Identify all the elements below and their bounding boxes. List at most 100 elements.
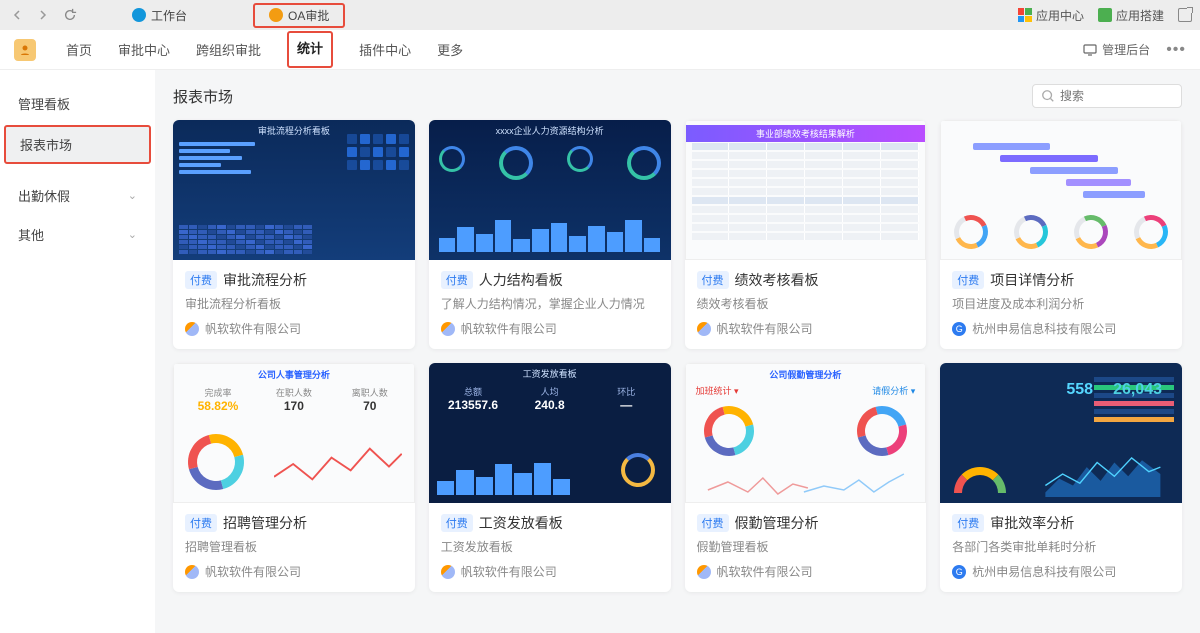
card-subtitle: 了解人力结构情况，掌握企业人力情况 — [441, 295, 659, 312]
search-icon — [1041, 89, 1055, 103]
nav-cross-org[interactable]: 跨组织审批 — [196, 31, 261, 68]
report-card[interactable]: 公司人事管理分析 完成率58.82% 在职人数170 离职人数70 付费招聘管理… — [173, 363, 415, 592]
card-title: 审批效率分析 — [990, 513, 1074, 533]
admin-label: 管理后台 — [1102, 41, 1150, 58]
vendor-name: 帆软软件有限公司 — [717, 320, 813, 337]
card-title: 人力结构看板 — [479, 270, 563, 290]
vendor-icon: G — [952, 322, 966, 336]
card-subtitle: 审批流程分析看板 — [185, 295, 403, 312]
open-external-button[interactable] — [1178, 8, 1192, 22]
report-thumbnail: xxxx企业人力资源结构分析 — [429, 120, 671, 260]
chevron-down-icon: ⌄ — [128, 189, 137, 202]
report-thumbnail: 公司人事管理分析 完成率58.82% 在职人数170 离职人数70 — [173, 363, 415, 503]
vendor-name: 杭州申易信息科技有限公司 — [972, 320, 1116, 337]
vendor-name: 帆软软件有限公司 — [205, 320, 301, 337]
vendor-icon — [441, 565, 455, 579]
card-subtitle: 各部门各类审批单耗时分析 — [952, 538, 1170, 555]
workspace-tab-oa-approval[interactable]: OA审批 — [253, 3, 345, 28]
sidebar-item-label: 管理看板 — [18, 94, 70, 113]
tab-label: 工作台 — [151, 7, 187, 24]
paid-badge: 付费 — [697, 514, 729, 532]
sidebar-item-dashboard[interactable]: 管理看板 — [0, 84, 155, 123]
vendor-icon — [441, 322, 455, 336]
app-center-label: 应用中心 — [1036, 7, 1084, 24]
sidebar-item-other[interactable]: 其他 ⌄ — [0, 215, 155, 254]
report-thumbnail — [940, 120, 1182, 260]
nav-statistics[interactable]: 统计 — [287, 31, 333, 68]
sidebar-item-label: 其他 — [18, 225, 44, 244]
refresh-button[interactable] — [60, 5, 80, 25]
report-card[interactable]: 付费项目详情分析 项目进度及成本利润分析 G 杭州申易信息科技有限公司 — [940, 120, 1182, 349]
more-options-button[interactable]: ••• — [1166, 41, 1186, 59]
report-card[interactable]: 审批流程分析看板 付费审批流程分析 审批流程分析看板 帆软软件有限公司 — [173, 120, 415, 349]
monitor-icon — [1083, 43, 1097, 57]
paid-badge: 付费 — [697, 271, 729, 289]
tab-label: OA审批 — [288, 7, 329, 24]
card-subtitle: 工资发放看板 — [441, 538, 659, 555]
report-card[interactable]: 工资发放看板 总额213557.6 人均240.8 环比— 付费工资发放看板 工… — [429, 363, 671, 592]
report-card[interactable]: 55826,043 付费审批效率分析 各部门各类审批单耗时分析 G 杭州申易信息科… — [940, 363, 1182, 592]
nav-back-button[interactable] — [8, 6, 26, 24]
card-title: 工资发放看板 — [479, 513, 563, 533]
vendor-name: 帆软软件有限公司 — [461, 563, 557, 580]
vendor-name: 帆软软件有限公司 — [461, 320, 557, 337]
report-card[interactable]: 公司假勤管理分析 加班统计 ▾ 请假分析 ▾ 付费假勤管理分析 假勤管理看板 帆… — [685, 363, 927, 592]
oa-approval-icon — [269, 8, 283, 22]
card-title: 招聘管理分析 — [223, 513, 307, 533]
app-build-icon — [1098, 8, 1112, 22]
vendor-icon — [697, 565, 711, 579]
sidebar-item-attendance[interactable]: 出勤休假 ⌄ — [0, 176, 155, 215]
paid-badge: 付费 — [441, 514, 473, 532]
vendor-icon — [185, 322, 199, 336]
search-box[interactable] — [1032, 84, 1182, 108]
card-title: 绩效考核看板 — [735, 270, 819, 290]
report-thumbnail: 审批流程分析看板 — [173, 120, 415, 260]
report-thumbnail: 工资发放看板 总额213557.6 人均240.8 环比— — [429, 363, 671, 503]
vendor-name: 帆软软件有限公司 — [717, 563, 813, 580]
card-subtitle: 绩效考核看板 — [697, 295, 915, 312]
paid-badge: 付费 — [952, 271, 984, 289]
nav-approval-center[interactable]: 审批中心 — [118, 31, 170, 68]
page-title: 报表市场 — [173, 86, 233, 107]
workspace-tab-workbench[interactable]: 工作台 — [122, 4, 197, 27]
card-title: 假勤管理分析 — [735, 513, 819, 533]
report-grid: 审批流程分析看板 付费审批流程分析 审批流程分析看板 帆软软件有限公司 xxxx… — [173, 120, 1182, 592]
card-title: 项目详情分析 — [990, 270, 1074, 290]
sidebar-item-report-market[interactable]: 报表市场 — [4, 125, 151, 164]
report-card[interactable]: xxxx企业人力资源结构分析 付费人力结构看板 了解人力结构情况，掌握企业人力情… — [429, 120, 671, 349]
paid-badge: 付费 — [952, 514, 984, 532]
sidebar-item-label: 报表市场 — [20, 135, 72, 154]
nav-links: 首页 审批中心 跨组织审批 统计 插件中心 更多 — [66, 31, 463, 68]
app-build-link[interactable]: 应用搭建 — [1098, 7, 1164, 24]
workbench-icon — [132, 8, 146, 22]
report-card[interactable]: 事业部绩效考核结果解析 — [685, 120, 927, 349]
card-subtitle: 招聘管理看板 — [185, 538, 403, 555]
admin-backend-link[interactable]: 管理后台 — [1083, 41, 1150, 58]
report-thumbnail: 55826,043 — [940, 363, 1182, 503]
report-thumbnail: 公司假勤管理分析 加班统计 ▾ 请假分析 ▾ — [685, 363, 927, 503]
nav-home[interactable]: 首页 — [66, 31, 92, 68]
app-center-icon — [1018, 8, 1032, 22]
paid-badge: 付费 — [185, 514, 217, 532]
vendor-icon — [185, 565, 199, 579]
app-logo — [14, 39, 36, 61]
nav-forward-button[interactable] — [34, 6, 52, 24]
sidebar-item-label: 出勤休假 — [18, 186, 70, 205]
app-build-label: 应用搭建 — [1116, 7, 1164, 24]
paid-badge: 付费 — [441, 271, 473, 289]
content-area: 报表市场 审批流程分析看板 付费审批流程分析 审批流程分析看板 帆软软件有限公司 — [155, 70, 1200, 633]
vendor-icon: G — [952, 565, 966, 579]
card-subtitle: 项目进度及成本利润分析 — [952, 295, 1170, 312]
vendor-name: 杭州申易信息科技有限公司 — [972, 563, 1116, 580]
vendor-icon — [697, 322, 711, 336]
sidebar: 管理看板 报表市场 出勤休假 ⌄ 其他 ⌄ — [0, 70, 155, 633]
card-title: 审批流程分析 — [223, 270, 307, 290]
report-thumbnail: 事业部绩效考核结果解析 — [685, 120, 927, 260]
nav-plugin-center[interactable]: 插件中心 — [359, 31, 411, 68]
app-center-link[interactable]: 应用中心 — [1018, 7, 1084, 24]
vendor-name: 帆软软件有限公司 — [205, 563, 301, 580]
card-subtitle: 假勤管理看板 — [697, 538, 915, 555]
nav-more[interactable]: 更多 — [437, 31, 463, 68]
chevron-down-icon: ⌄ — [128, 228, 137, 241]
search-input[interactable] — [1060, 89, 1170, 103]
